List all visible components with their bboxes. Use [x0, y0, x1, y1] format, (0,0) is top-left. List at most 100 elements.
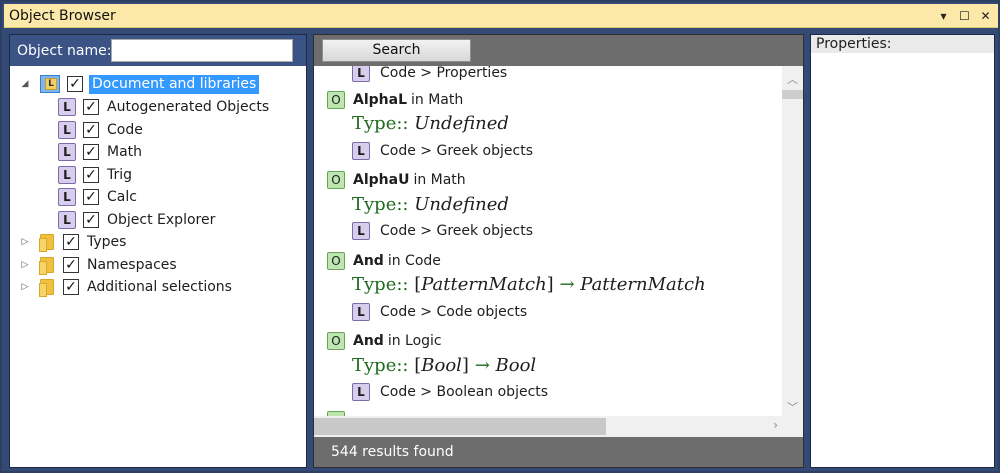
tree-item-label: Additional selections — [87, 279, 232, 295]
object-icon: O — [327, 252, 345, 270]
library-folder-icon: L — [40, 75, 60, 93]
folder-icon — [39, 234, 54, 252]
library-icon: L — [352, 222, 370, 240]
pin-dropdown-icon[interactable]: ▾ — [935, 7, 952, 24]
tree-item-types[interactable]: ▷ ✓ Types — [20, 231, 126, 253]
object-name-bar: Object name: — [10, 35, 306, 66]
horizontal-scrollbar[interactable]: › — [314, 416, 782, 437]
expand-arrow-icon[interactable]: ▷ — [20, 282, 30, 292]
tree-checkbox[interactable]: ✓ — [63, 257, 79, 273]
result-path: Code > Boolean objects — [380, 384, 549, 400]
title-bar: Object Browser ▾ ☐ ✕ — [4, 4, 998, 28]
result-path-row: L Code > Greek objects — [352, 222, 533, 240]
type-value: Undefined — [414, 194, 509, 215]
result-header[interactable]: O And in Code — [327, 252, 441, 270]
tree-item-autogenerated-objects[interactable]: L ✓ Autogenerated Objects — [58, 96, 269, 118]
result-header[interactable]: O And in Logic — [327, 332, 442, 350]
result-type: Type:: [Bool] → Bool — [352, 355, 536, 376]
tree-item-label: Math — [107, 144, 143, 160]
result-type: Type:: [PatternMatch] → PatternMatch — [352, 274, 706, 295]
results-list: L Code > Properties O AlphaL in Math Typ… — [314, 66, 803, 416]
window-title: Object Browser — [9, 8, 116, 24]
type-arrow: → — [559, 274, 575, 295]
close-icon[interactable]: ✕ — [977, 7, 994, 24]
result-name: AlphaU — [353, 172, 410, 188]
object-icon: O — [327, 91, 345, 109]
scrollbar-corner — [782, 416, 803, 437]
vertical-scrollbar[interactable]: ︿ ﹀ — [782, 66, 803, 416]
result-path: Code > Code objects — [380, 304, 528, 320]
object-name-label: Object name: — [17, 42, 112, 59]
tree-checkbox[interactable]: ✓ — [63, 234, 79, 250]
tree-item-label: Namespaces — [87, 257, 177, 273]
results-viewport: L Code > Properties O AlphaL in Math Typ… — [314, 66, 782, 416]
library-icon: L — [58, 166, 76, 184]
result-header[interactable]: O AlphaU in Math — [327, 171, 466, 189]
tree-item-label: Object Explorer — [107, 212, 216, 228]
type-argument: PatternMatch — [421, 274, 547, 295]
result-name: AlphaL — [353, 92, 407, 108]
type-bracket-close: ] — [461, 355, 469, 376]
type-prefix: Type:: — [352, 274, 409, 295]
tree-checkbox[interactable]: ✓ — [83, 122, 99, 138]
folder-icon — [39, 257, 54, 275]
library-icon: L — [58, 121, 76, 139]
type-result: Bool — [495, 355, 537, 376]
tree-item-trig[interactable]: L ✓ Trig — [58, 164, 132, 186]
tree-item-label: Autogenerated Objects — [107, 99, 270, 115]
collapse-arrow-icon[interactable]: ◢ — [20, 79, 30, 89]
tree-item-calc[interactable]: L ✓ Calc — [58, 186, 137, 208]
search-button[interactable]: Search — [322, 39, 471, 62]
type-prefix: Type:: — [352, 194, 409, 215]
tree-item-label: Trig — [107, 167, 133, 183]
library-icon: L — [352, 383, 370, 401]
object-icon: O — [327, 171, 345, 189]
scroll-down-icon[interactable]: ﹀ — [782, 398, 803, 415]
expand-arrow-icon[interactable]: ▷ — [20, 237, 30, 247]
result-path-row: L Code > Boolean objects — [352, 383, 548, 401]
result-type: Type:: Undefined — [352, 113, 509, 134]
library-icon: L — [352, 303, 370, 321]
tree-item-document-and-libraries[interactable]: ◢ L ✓ Document and libraries — [20, 73, 260, 95]
expand-arrow-icon[interactable]: ▷ — [20, 260, 30, 270]
tree-item-math[interactable]: L ✓ Math — [58, 141, 142, 163]
library-icon: L — [58, 188, 76, 206]
tree-checkbox[interactable]: ✓ — [67, 76, 83, 92]
result-path-row: L Code > Greek objects — [352, 142, 533, 160]
window-controls: ▾ ☐ ✕ — [935, 7, 994, 24]
type-value: Undefined — [414, 113, 509, 134]
tree-checkbox[interactable]: ✓ — [83, 212, 99, 228]
maximize-icon[interactable]: ☐ — [956, 7, 973, 24]
library-icon: L — [58, 98, 76, 116]
result-scope: in Math — [413, 172, 466, 188]
library-icon: L — [352, 142, 370, 160]
result-path: Code > Properties — [380, 66, 508, 81]
library-tree-pane: Object name: ◢ L ✓ Document and librarie… — [9, 34, 307, 468]
tree-checkbox[interactable]: ✓ — [83, 99, 99, 115]
result-path: Code > Greek objects — [380, 143, 533, 159]
vertical-scroll-thumb[interactable] — [782, 90, 803, 99]
tree-item-namespaces[interactable]: ▷ ✓ Namespaces — [20, 254, 177, 276]
tree-checkbox[interactable]: ✓ — [83, 167, 99, 183]
object-name-input[interactable] — [111, 39, 293, 62]
tree-checkbox[interactable]: ✓ — [63, 279, 79, 295]
scroll-right-icon[interactable]: › — [773, 418, 778, 432]
tree-item-object-explorer[interactable]: L ✓ Object Explorer — [58, 209, 215, 231]
tree-item-code[interactable]: L ✓ Code — [58, 119, 143, 141]
tree-item-additional-selections[interactable]: ▷ ✓ Additional selections — [20, 276, 232, 298]
properties-pane: Properties: — [810, 34, 995, 468]
tree-checkbox[interactable]: ✓ — [83, 144, 99, 160]
result-header[interactable]: O AlphaL in Math — [327, 91, 463, 109]
properties-header: Properties: — [811, 35, 994, 53]
horizontal-scroll-thumb[interactable] — [314, 418, 606, 435]
scroll-up-icon[interactable]: ︿ — [782, 70, 803, 87]
result-path-row: L Code > Code objects — [352, 303, 527, 321]
library-icon: L — [58, 143, 76, 161]
type-bracket-close: ] — [546, 274, 554, 295]
tree-item-label: Document and libraries — [89, 74, 260, 94]
result-scope: in Math — [411, 92, 464, 108]
result-name: And — [353, 333, 384, 349]
type-argument: Bool — [421, 355, 462, 376]
results-pane: Search L Code > Properties O AlphaL in M… — [313, 34, 804, 468]
tree-checkbox[interactable]: ✓ — [83, 189, 99, 205]
